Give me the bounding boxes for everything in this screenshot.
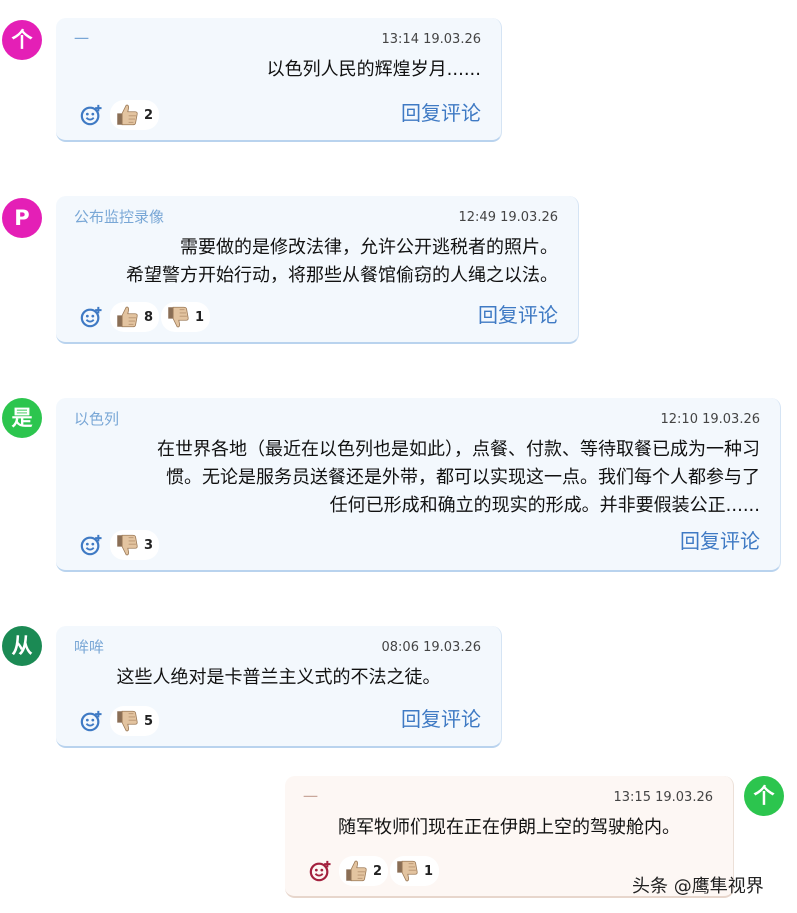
avatar[interactable]: P [2, 198, 42, 238]
comment-line: 随军牧师们现在正在伊朗上空的驾驶舱内。 [338, 817, 680, 838]
dislike-count: 5 [144, 713, 154, 729]
comment-text: 这些人绝对是卡普兰主义式的不法之徒。 [76, 664, 481, 692]
comment-author[interactable]: 以色列 [74, 408, 119, 429]
reaction-bar: 3 [80, 530, 161, 560]
add-reaction-icon[interactable] [309, 860, 331, 882]
reply-button[interactable]: 回复评论 [401, 97, 481, 126]
reaction-bar: 2 1 [309, 856, 441, 886]
comment-card: 公布监控录像 12:49 19.03.26 需要做的是修改法律，允许公开逃税者的… [56, 196, 579, 344]
avatar[interactable]: 从 [2, 626, 42, 666]
comment-line: 惯。无论是服务员送餐还是外带，都可以实现这一点。我们每个人都参与了 [166, 467, 760, 488]
comment-time: 13:15 19.03.26 [613, 790, 714, 805]
comment-card: 一 13:14 19.03.26 以色列人民的辉煌岁月...... 2 回复评论 [56, 18, 502, 142]
add-reaction-icon[interactable] [80, 534, 102, 556]
like-reaction[interactable]: 2 [339, 856, 389, 886]
thumbs-down-icon [114, 532, 140, 558]
avatar[interactable]: 个 [2, 20, 42, 60]
comment-line: 在世界各地（最近在以色列也是如此），点餐、付款、等待取餐已成为一种习 [157, 439, 760, 460]
comment-text: 在世界各地（最近在以色列也是如此），点餐、付款、等待取餐已成为一种习 惯。无论是… [76, 436, 760, 520]
dislike-reaction[interactable]: 1 [390, 856, 440, 886]
watermark: 头条 @鹰隼视界 [632, 876, 764, 897]
reply-button[interactable]: 回复评论 [478, 299, 558, 328]
comment-time: 08:06 19.03.26 [381, 640, 482, 655]
reply-button[interactable]: 回复评论 [401, 703, 481, 732]
comment-line: 任何已形成和确立的现实的形成。并非要假装公正...... [329, 495, 760, 516]
reply-button[interactable]: 回复评论 [680, 525, 760, 554]
comment-author[interactable]: 一 [74, 28, 89, 49]
comment-line: 需要做的是修改法律，允许公开逃税者的照片。 [180, 237, 558, 258]
comment-time: 12:49 19.03.26 [458, 210, 559, 225]
reaction-bar: 2 [80, 100, 161, 130]
thumbs-down-icon [394, 858, 420, 884]
comment-time: 13:14 19.03.26 [381, 32, 482, 47]
comment-author[interactable]: 一 [303, 786, 318, 807]
comment-author[interactable]: 公布监控录像 [74, 206, 164, 227]
avatar[interactable]: 个 [744, 776, 784, 816]
like-count: 2 [373, 863, 383, 879]
comment-text: 以色列人民的辉煌岁月...... [76, 56, 481, 84]
avatar[interactable]: 是 [2, 398, 42, 438]
comment-time: 12:10 19.03.26 [660, 412, 761, 427]
thumbs-up-icon [114, 102, 140, 128]
like-count: 2 [144, 107, 154, 123]
comment-text: 需要做的是修改法律，允许公开逃税者的照片。 希望警方开始行动，将那些从餐馆偷窃的… [76, 234, 558, 290]
dislike-reaction[interactable]: 5 [110, 706, 160, 736]
like-reaction[interactable]: 2 [110, 100, 160, 130]
thumbs-up-icon [114, 304, 140, 330]
reaction-bar: 8 1 [80, 302, 212, 332]
thumbs-down-icon [165, 304, 191, 330]
comment-author[interactable]: 哞哞 [74, 636, 104, 657]
dislike-count: 1 [195, 309, 205, 325]
thumbs-up-icon [343, 858, 369, 884]
comment-card: 以色列 12:10 19.03.26 在世界各地（最近在以色列也是如此），点餐、… [56, 398, 781, 572]
thumbs-down-icon [114, 708, 140, 734]
add-reaction-icon[interactable] [80, 710, 102, 732]
dislike-reaction[interactable]: 3 [110, 530, 160, 560]
comment-text: 随军牧师们现在正在伊朗上空的驾驶舱内。 [305, 814, 713, 842]
like-reaction[interactable]: 8 [110, 302, 160, 332]
comment-card: 哞哞 08:06 19.03.26 这些人绝对是卡普兰主义式的不法之徒。 5 回… [56, 626, 502, 748]
dislike-count: 3 [144, 537, 154, 553]
like-count: 8 [144, 309, 154, 325]
add-reaction-icon[interactable] [80, 306, 102, 328]
comment-line: 这些人绝对是卡普兰主义式的不法之徒。 [116, 667, 441, 688]
comment-line: 以色列人民的辉煌岁月...... [266, 59, 481, 80]
dislike-count: 1 [424, 863, 434, 879]
add-reaction-icon[interactable] [80, 104, 102, 126]
comment-line: 希望警方开始行动，将那些从餐馆偷窃的人绳之以法。 [126, 265, 558, 286]
dislike-reaction[interactable]: 1 [161, 302, 211, 332]
reaction-bar: 5 [80, 706, 161, 736]
